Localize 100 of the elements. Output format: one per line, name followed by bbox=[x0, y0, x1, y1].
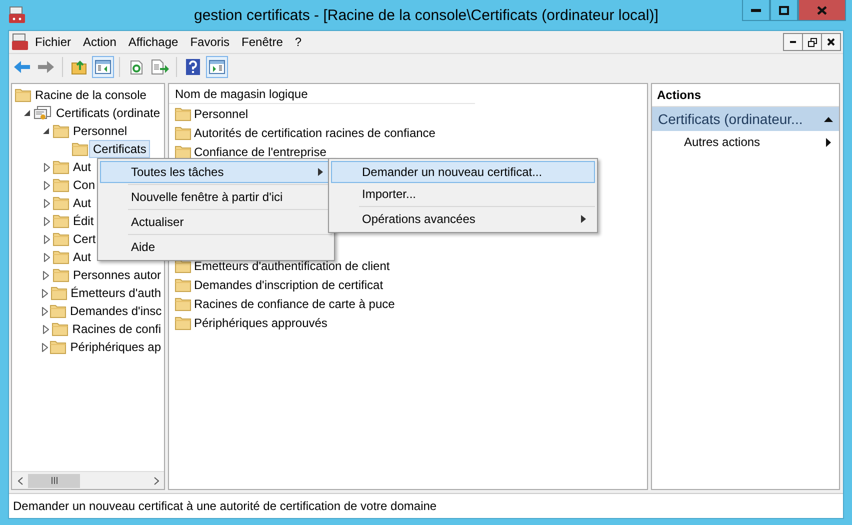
menu-item[interactable]: Importer... bbox=[331, 183, 595, 205]
tree-item[interactable]: Aut bbox=[70, 195, 94, 211]
column-header[interactable]: Nom de magasin logique bbox=[169, 84, 475, 104]
collapsed-arrow-icon[interactable] bbox=[44, 180, 50, 190]
collapsed-arrow-icon[interactable] bbox=[43, 270, 50, 280]
list-item[interactable]: Racines de confiance de carte à puce bbox=[194, 296, 395, 310]
restore-button[interactable] bbox=[802, 33, 822, 51]
menu-item[interactable]: Fenêtre bbox=[236, 33, 289, 51]
collapsed-arrow-icon[interactable] bbox=[44, 162, 50, 172]
collapsed-arrow-icon[interactable] bbox=[42, 288, 48, 298]
maximize-button[interactable] bbox=[770, 0, 798, 21]
menu-item[interactable]: ? bbox=[288, 33, 308, 51]
folder-icon bbox=[53, 196, 69, 210]
menu-item[interactable]: Affichage bbox=[122, 33, 184, 51]
tree-item[interactable]: Con bbox=[70, 177, 98, 193]
list-item[interactable]: Demandes d'inscription de certificat bbox=[194, 278, 384, 292]
window-title: gestion certificats - [Racine de la console\Certificats (ordinateur local)] bbox=[194, 6, 658, 24]
scroll-right-icon[interactable] bbox=[154, 476, 158, 484]
collapsed-arrow-icon[interactable] bbox=[44, 216, 50, 226]
folder-icon bbox=[50, 304, 66, 318]
grip-icon bbox=[50, 477, 58, 484]
scroll-left-icon[interactable] bbox=[18, 476, 22, 484]
tree-item[interactable]: Demandes d'insc bbox=[67, 303, 164, 319]
restore-icon bbox=[808, 38, 816, 46]
menu-item[interactable]: Actualiser bbox=[100, 211, 332, 233]
collapsed-arrow-icon[interactable] bbox=[42, 342, 48, 352]
collapsed-arrow-icon[interactable] bbox=[42, 306, 48, 316]
menu-item[interactable]: Nouvelle fenêtre à partir d'ici bbox=[100, 186, 332, 208]
actions-section[interactable]: Certificats (ordinateur... bbox=[652, 107, 839, 131]
collapsed-arrow-icon[interactable] bbox=[44, 234, 50, 244]
list-item[interactable]: Émetteurs d'authentification de client bbox=[194, 258, 390, 272]
expanded-arrow-icon[interactable] bbox=[24, 110, 31, 116]
maximize-icon bbox=[779, 6, 789, 14]
refresh-icon[interactable] bbox=[128, 59, 144, 75]
horizontal-scrollbar[interactable] bbox=[12, 471, 164, 489]
folder-icon bbox=[53, 232, 69, 246]
tree-item[interactable]: Personnel bbox=[70, 123, 130, 139]
menu-item[interactable]: Aide bbox=[100, 236, 332, 258]
folder-icon bbox=[53, 124, 69, 138]
folder-icon bbox=[175, 278, 191, 292]
tree-item[interactable]: Émetteurs d'auth bbox=[68, 285, 164, 301]
list-item[interactable]: Périphériques approuvés bbox=[194, 316, 328, 330]
collapse-arrow-icon bbox=[824, 116, 833, 122]
action-pane-icon[interactable] bbox=[209, 60, 225, 74]
console-tree-icon[interactable] bbox=[95, 60, 111, 74]
list-item[interactable]: Personnel bbox=[194, 106, 248, 120]
minimize-button[interactable] bbox=[742, 0, 770, 21]
menu-item[interactable]: Demander un nouveau certificat... bbox=[331, 161, 595, 183]
minimize-button[interactable] bbox=[783, 33, 803, 51]
certificate-icon bbox=[34, 105, 52, 121]
back-arrow-icon[interactable] bbox=[13, 60, 31, 74]
close-icon bbox=[817, 6, 827, 14]
app-icon bbox=[11, 33, 29, 51]
collapsed-arrow-icon[interactable] bbox=[43, 324, 50, 334]
export-list-icon[interactable] bbox=[151, 59, 169, 75]
app-icon bbox=[8, 6, 26, 24]
folder-icon bbox=[175, 126, 191, 140]
status-bar: Demander un nouveau certificat à une autorité de certification de votre domaine bbox=[9, 493, 843, 518]
tree-item[interactable]: Cert bbox=[70, 231, 99, 247]
folder-icon bbox=[175, 316, 191, 330]
action-item[interactable]: Autres actions bbox=[652, 131, 839, 153]
tree-item[interactable]: Racine de la console bbox=[32, 87, 150, 103]
help-icon[interactable] bbox=[186, 59, 200, 75]
folder-icon bbox=[53, 250, 69, 264]
menu-item[interactable]: Fichier bbox=[29, 33, 78, 51]
list-item[interactable]: Autorités de certification racines de confiance bbox=[194, 126, 436, 140]
folder-icon bbox=[175, 106, 191, 120]
folder-icon bbox=[72, 142, 88, 156]
submenu-arrow-icon bbox=[826, 138, 831, 146]
tree-item[interactable]: Personnes autor bbox=[70, 267, 164, 283]
folder-icon bbox=[50, 340, 66, 354]
folder-icon bbox=[50, 286, 67, 300]
list-item[interactable]: Confiance de l'entreprise bbox=[194, 144, 326, 158]
menu-item[interactable]: Favoris bbox=[184, 33, 236, 51]
folder-icon bbox=[175, 144, 191, 158]
minimize-icon bbox=[751, 8, 761, 12]
tree-item[interactable]: Certificats (ordinate bbox=[53, 105, 164, 121]
tree-item[interactable]: Périphériques ap bbox=[67, 339, 164, 355]
expanded-arrow-icon[interactable] bbox=[43, 128, 50, 134]
folder-icon bbox=[53, 178, 69, 192]
folder-icon bbox=[52, 268, 69, 282]
tree-item[interactable]: Racines de confi bbox=[69, 321, 164, 337]
folder-icon bbox=[52, 322, 68, 336]
tree-item[interactable]: Édit bbox=[70, 213, 97, 229]
folder-icon bbox=[175, 296, 191, 310]
folder-up-icon[interactable] bbox=[71, 59, 87, 75]
folder-icon bbox=[53, 214, 69, 228]
collapsed-arrow-icon[interactable] bbox=[44, 198, 50, 208]
collapsed-arrow-icon[interactable] bbox=[44, 252, 50, 262]
menu-item[interactable]: Opérations avancées bbox=[331, 208, 595, 230]
folder-icon bbox=[15, 88, 31, 102]
menu-item[interactable]: Action bbox=[77, 33, 122, 51]
tree-item[interactable]: Aut bbox=[70, 249, 94, 265]
close-button[interactable] bbox=[821, 33, 841, 51]
scroll-thumb[interactable] bbox=[28, 474, 80, 488]
minimize-icon bbox=[790, 41, 796, 43]
tree-item[interactable]: Certificats bbox=[89, 140, 150, 158]
folder-icon bbox=[175, 258, 191, 272]
forward-arrow-icon[interactable] bbox=[37, 60, 55, 74]
tree-item[interactable]: Aut bbox=[70, 159, 94, 175]
